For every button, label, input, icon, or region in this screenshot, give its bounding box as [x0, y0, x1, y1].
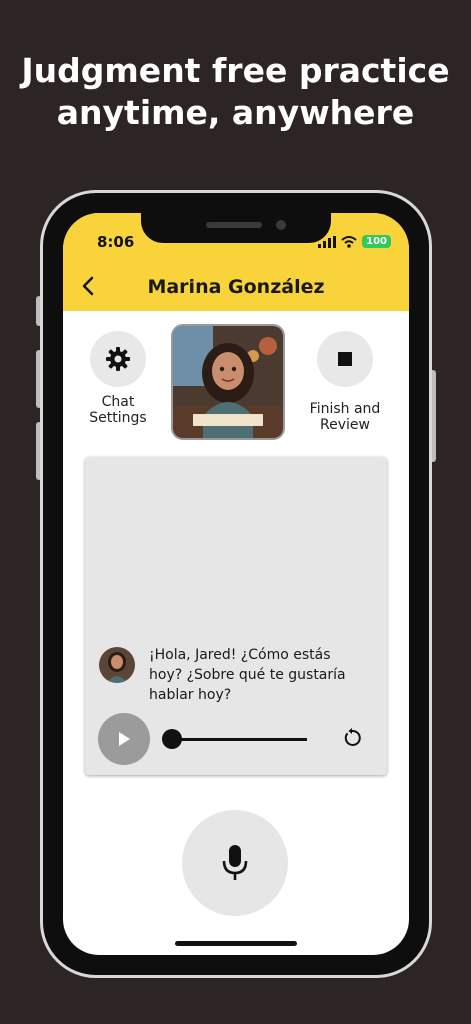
wifi-icon — [341, 235, 357, 248]
stop-icon — [338, 352, 352, 366]
message-line3: hablar hoy? — [149, 687, 232, 703]
chat-settings-label-line1: Chat — [101, 394, 135, 410]
play-icon — [119, 732, 130, 746]
play-button[interactable] — [98, 713, 150, 765]
battery-indicator: 100 — [362, 235, 391, 248]
app-screen: 8:06 100 Marina González Chat Settings F… — [63, 213, 409, 955]
finish-review-label-line2: Review — [320, 417, 370, 433]
character-thumbnail-image — [99, 647, 135, 683]
replay-icon — [344, 728, 361, 746]
audio-progress-track[interactable] — [171, 738, 307, 741]
phone-camera — [276, 220, 286, 230]
chat-card: ¡Hola, Jared! ¿Cómo estás hoy? ¿Sobre qu… — [85, 457, 387, 775]
promo-headline: Judgment free practice anytime, anywhere — [0, 50, 471, 134]
finish-review-button[interactable] — [317, 331, 373, 387]
replay-button[interactable] — [341, 727, 363, 753]
character-avatar — [171, 324, 285, 440]
message-line1: ¡Hola, Jared! ¿Cómo estás — [149, 647, 331, 663]
status-icons: 100 — [318, 235, 391, 248]
message-line2: hoy? ¿Sobre qué te gustaría — [149, 667, 346, 683]
audio-progress-knob[interactable] — [162, 729, 182, 749]
promo-headline-line2: anytime, anywhere — [56, 93, 415, 132]
promo-headline-line1: Judgment free practice — [21, 51, 450, 90]
status-time: 8:06 — [97, 233, 135, 251]
character-portrait-image — [173, 326, 283, 438]
finish-review-label[interactable]: Finish and Review — [299, 401, 391, 433]
microphone-button[interactable] — [182, 810, 288, 916]
message-avatar — [99, 647, 135, 683]
finish-review-label-line1: Finish and — [309, 401, 381, 417]
gear-icon — [106, 347, 130, 371]
phone-speaker — [206, 222, 262, 228]
page-title: Marina González — [147, 276, 325, 298]
chat-settings-label-line2: Settings — [89, 410, 147, 426]
chat-settings-label[interactable]: Chat Settings — [73, 394, 163, 426]
chat-settings-button[interactable] — [90, 331, 146, 387]
message-text: ¡Hola, Jared! ¿Cómo estás hoy? ¿Sobre qu… — [149, 645, 375, 705]
home-indicator — [175, 941, 297, 946]
microphone-icon — [222, 845, 248, 880]
